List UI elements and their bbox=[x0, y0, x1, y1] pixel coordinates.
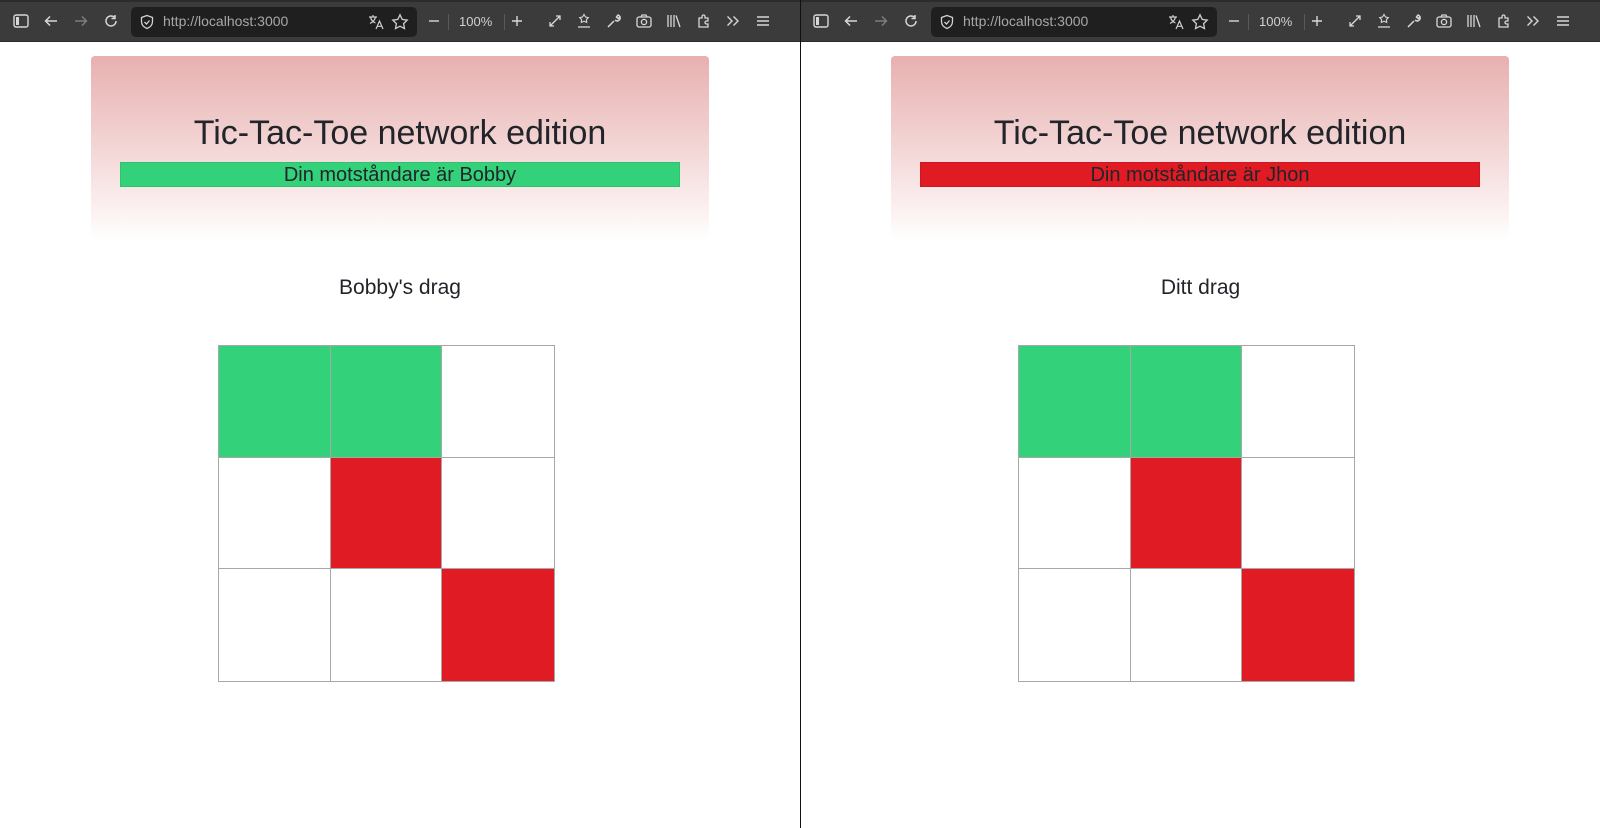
browser-toolbar: http://localhost:3000 100% bbox=[801, 0, 1600, 42]
game-header: Tic-Tac-Toe network edition Din motstånd… bbox=[891, 56, 1509, 241]
camera-icon[interactable] bbox=[1434, 11, 1454, 31]
wrench-icon[interactable] bbox=[604, 11, 624, 31]
game-board bbox=[218, 345, 555, 682]
zoom-out-icon[interactable] bbox=[1224, 11, 1244, 31]
zoom-separator bbox=[1248, 14, 1249, 30]
turn-status: Bobby's drag bbox=[339, 276, 461, 299]
shield-icon[interactable] bbox=[939, 14, 955, 30]
board-cell[interactable] bbox=[1019, 346, 1131, 458]
extension-icon[interactable] bbox=[1494, 11, 1514, 31]
turn-status: Ditt drag bbox=[1160, 276, 1241, 299]
page-content: Tic-Tac-Toe network edition Din motstånd… bbox=[801, 42, 1600, 828]
library-icon[interactable] bbox=[664, 11, 684, 31]
url-bar[interactable]: http://localhost:3000 bbox=[931, 7, 1217, 37]
library-icon[interactable] bbox=[1464, 11, 1484, 31]
star-icon[interactable] bbox=[1191, 13, 1209, 31]
board-cell[interactable] bbox=[1130, 346, 1243, 458]
zoom-separator bbox=[504, 14, 505, 30]
board-cell[interactable] bbox=[1130, 569, 1243, 681]
star-icon[interactable] bbox=[391, 13, 409, 31]
zoom-level[interactable]: 100% bbox=[1259, 14, 1292, 29]
url-text[interactable]: http://localhost:3000 bbox=[163, 13, 288, 29]
reader-icon[interactable] bbox=[1374, 11, 1394, 31]
browser-window-left: http://localhost:3000 100% Tic-Tac-Toe n… bbox=[0, 0, 800, 828]
reload-icon[interactable] bbox=[101, 11, 121, 31]
camera-icon[interactable] bbox=[634, 11, 654, 31]
zoom-level[interactable]: 100% bbox=[459, 14, 492, 29]
board-cell[interactable] bbox=[442, 457, 554, 570]
opponent-banner: Din motståndare är Bobby bbox=[120, 162, 680, 187]
back-arrow-icon[interactable] bbox=[841, 11, 861, 31]
menu-hamburger-icon[interactable] bbox=[753, 11, 773, 31]
screen: http://localhost:3000 100% Tic-Tac-Toe n… bbox=[0, 0, 1600, 828]
board-cell[interactable] bbox=[1242, 569, 1354, 681]
url-bar[interactable]: http://localhost:3000 bbox=[131, 7, 417, 37]
page-title: Tic-Tac-Toe network edition bbox=[993, 114, 1407, 152]
reload-icon[interactable] bbox=[901, 11, 921, 31]
browser-toolbar: http://localhost:3000 100% bbox=[0, 0, 800, 42]
url-text[interactable]: http://localhost:3000 bbox=[963, 13, 1088, 29]
extension-icon[interactable] bbox=[694, 11, 714, 31]
board-cell[interactable] bbox=[1242, 457, 1354, 570]
page-title: Tic-Tac-Toe network edition bbox=[193, 114, 607, 152]
overflow-chevron-icon[interactable] bbox=[723, 11, 743, 31]
zoom-separator bbox=[448, 14, 449, 30]
game-board bbox=[1018, 345, 1355, 682]
tab-strip bbox=[801, 0, 1600, 2]
sidebar-icon[interactable] bbox=[811, 11, 831, 31]
sidebar-icon[interactable] bbox=[11, 11, 31, 31]
game-header: Tic-Tac-Toe network edition Din motstånd… bbox=[91, 56, 709, 241]
translate-icon[interactable] bbox=[1167, 13, 1185, 31]
board-cell[interactable] bbox=[442, 346, 554, 458]
browser-window-right: http://localhost:3000 100% Tic-Tac-Toe n… bbox=[801, 0, 1600, 828]
translate-icon[interactable] bbox=[367, 13, 385, 31]
reader-icon[interactable] bbox=[574, 11, 594, 31]
zoom-out-icon[interactable] bbox=[424, 11, 444, 31]
page-content: Tic-Tac-Toe network edition Din motstånd… bbox=[0, 42, 800, 828]
forward-arrow-icon[interactable] bbox=[871, 11, 891, 31]
board-cell[interactable] bbox=[330, 346, 443, 458]
board-cell[interactable] bbox=[219, 346, 331, 458]
opponent-banner: Din motståndare är Jhon bbox=[920, 162, 1480, 187]
fullscreen-icon[interactable] bbox=[1345, 11, 1365, 31]
shield-icon[interactable] bbox=[139, 14, 155, 30]
overflow-chevron-icon[interactable] bbox=[1523, 11, 1543, 31]
forward-arrow-icon[interactable] bbox=[71, 11, 91, 31]
board-cell[interactable] bbox=[1130, 457, 1243, 570]
zoom-in-icon[interactable] bbox=[507, 11, 527, 31]
wrench-icon[interactable] bbox=[1404, 11, 1424, 31]
menu-hamburger-icon[interactable] bbox=[1553, 11, 1573, 31]
board-cell[interactable] bbox=[219, 457, 331, 570]
board-cell[interactable] bbox=[330, 569, 443, 681]
tab-strip bbox=[0, 0, 800, 2]
zoom-in-icon[interactable] bbox=[1307, 11, 1327, 31]
fullscreen-icon[interactable] bbox=[545, 11, 565, 31]
board-cell[interactable] bbox=[1242, 346, 1354, 458]
board-cell[interactable] bbox=[442, 569, 554, 681]
board-cell[interactable] bbox=[330, 457, 443, 570]
back-arrow-icon[interactable] bbox=[41, 11, 61, 31]
zoom-separator bbox=[1304, 14, 1305, 30]
board-cell[interactable] bbox=[1019, 457, 1131, 570]
board-cell[interactable] bbox=[1019, 569, 1131, 681]
board-cell[interactable] bbox=[219, 569, 331, 681]
